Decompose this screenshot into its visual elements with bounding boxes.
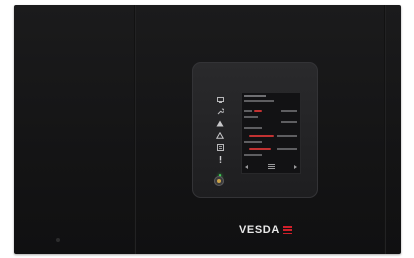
lcd-reading-bar-3 [249, 135, 274, 137]
status-indicator-column [213, 96, 227, 180]
lcd-subheader-line [244, 100, 274, 102]
lcd-reading-value-1 [281, 110, 297, 112]
list-icon [216, 144, 225, 151]
lcd-row-label [244, 127, 262, 129]
lcd-row-label [244, 154, 262, 156]
lcd-reading-bar-4 [249, 148, 271, 150]
brand-logo: VESDA [239, 224, 292, 236]
lcd-reading-value-3 [277, 135, 297, 137]
lcd-header-line [244, 95, 266, 97]
lcd-row-label [244, 141, 262, 143]
lcd-reading-value-2 [281, 121, 297, 123]
lcd-reading-bar-1 [254, 110, 262, 112]
next-arrow-icon[interactable] [294, 165, 297, 169]
menu-icon[interactable] [267, 164, 275, 170]
brand-mark-icon [282, 226, 292, 234]
reset-button[interactable] [214, 176, 224, 186]
warning-filled-icon [216, 120, 225, 127]
right-panel-seam [384, 5, 386, 254]
lcd-row-label [244, 116, 258, 118]
left-panel-seam [134, 5, 136, 254]
lcd-reading-value-4 [277, 148, 297, 150]
exclamation-icon [216, 156, 225, 163]
wrench-icon [216, 108, 225, 115]
previous-arrow-icon[interactable] [245, 165, 248, 169]
warning-outline-icon [216, 132, 225, 139]
lcd-navigation-bar [241, 163, 301, 171]
brand-name: VESDA [239, 224, 280, 236]
lcd-row-label [244, 110, 252, 112]
lcd-screen [241, 92, 301, 174]
computer-icon [216, 96, 225, 103]
screw-hole [56, 238, 60, 242]
